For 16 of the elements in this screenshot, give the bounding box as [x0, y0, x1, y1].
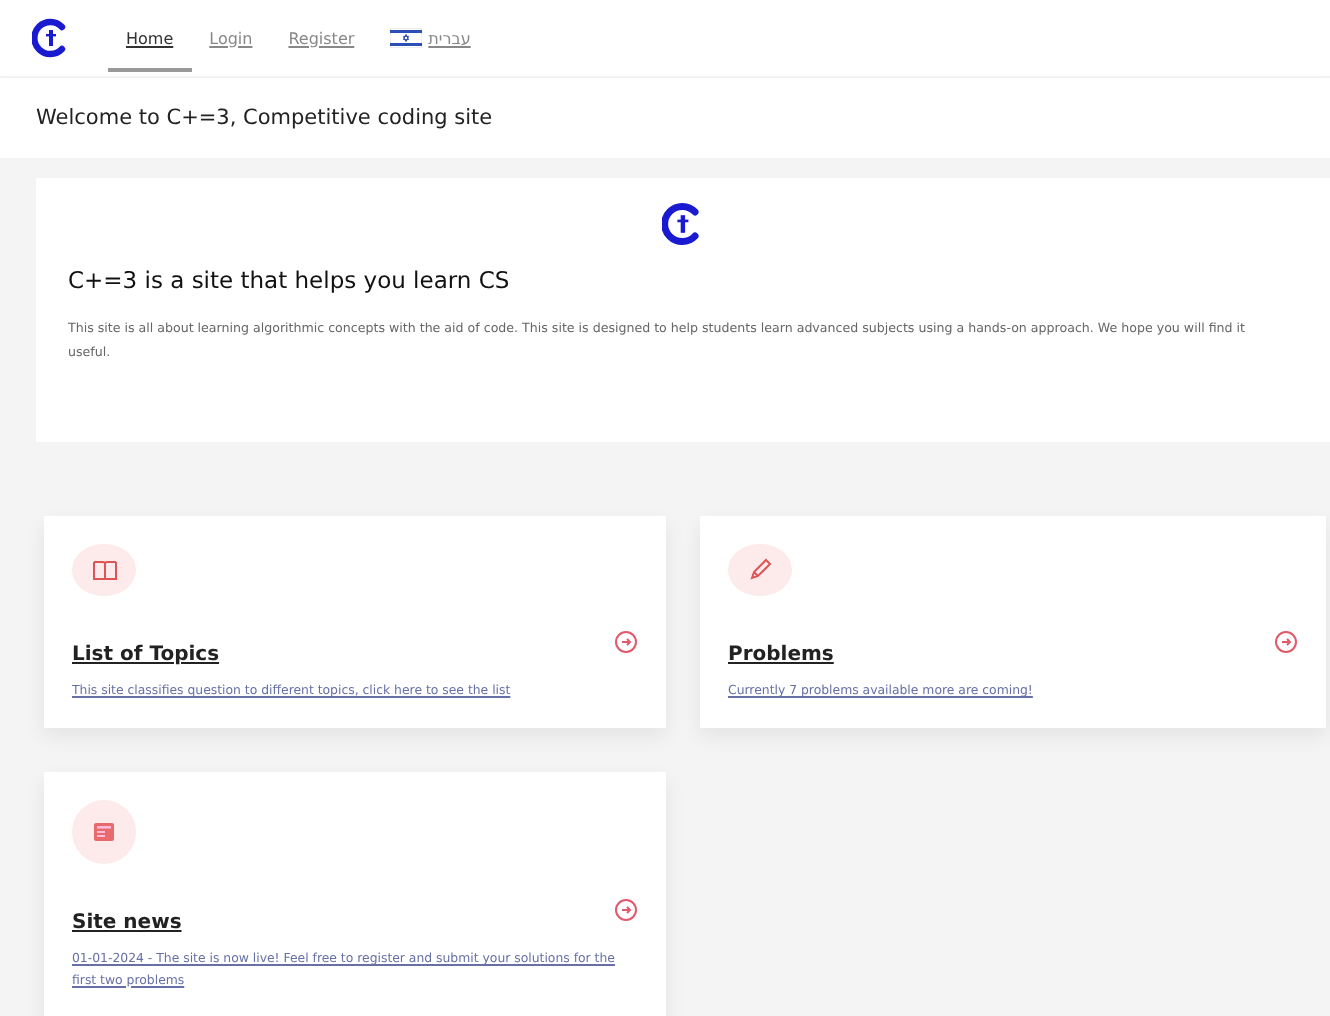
arrow-circle-icon[interactable] — [614, 897, 638, 921]
card-title[interactable]: Problems — [728, 644, 834, 667]
pencil-icon — [746, 556, 774, 585]
nav-link[interactable]: Home — [108, 5, 192, 71]
book-icon — [91, 559, 117, 582]
arrow-circle-icon[interactable] — [1274, 629, 1298, 654]
arrow-circle-icon[interactable] — [614, 629, 638, 654]
newspaper-icon — [92, 820, 116, 844]
flag-icon — [390, 28, 423, 48]
nav-link[interactable]: Login — [191, 5, 271, 71]
nav-link[interactable]: Register — [270, 5, 373, 71]
logo-icon — [661, 202, 705, 246]
card-title[interactable]: List of Topics — [72, 644, 220, 667]
card-title[interactable]: Site news — [72, 912, 182, 934]
intro-title: C+=3 is a site that helps you learn CS — [68, 266, 512, 294]
language-link[interactable]: עברית — [372, 4, 489, 72]
